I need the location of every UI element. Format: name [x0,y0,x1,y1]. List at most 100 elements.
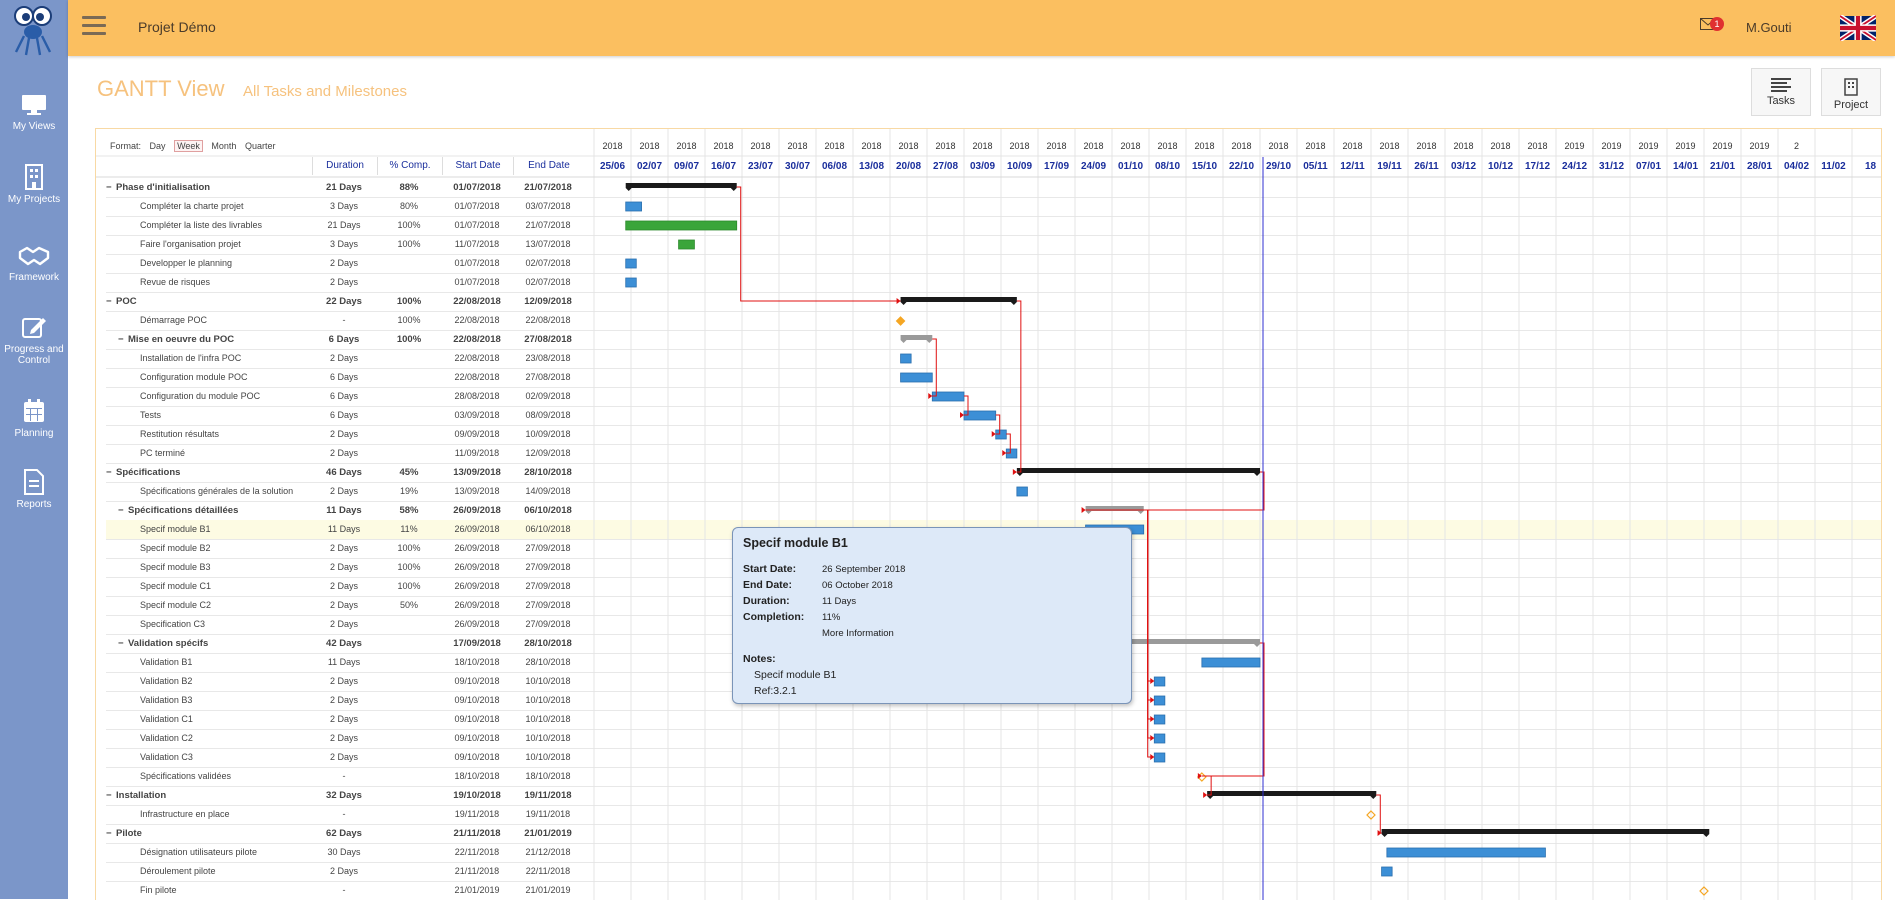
task-bar [1153,695,1166,706]
tooltip-end-value: 06 October 2018 [822,580,893,591]
tooltip-notes-line2: Ref:3.2.1 [754,685,797,697]
sidebar-item-planning[interactable]: Planning [0,398,68,439]
handshake-icon [18,246,50,266]
dependency-link [1016,300,1022,473]
logo [14,6,52,56]
building-icon [25,164,43,190]
page-subtitle: All Tasks and Milestones [243,83,407,100]
summary-bar [900,297,1017,302]
summary-bar-end [900,302,907,305]
summary-bar-end [900,340,907,343]
dependency-arrow [1150,716,1155,722]
sidebar-item-label: Progress and Control [4,344,64,366]
summary-bar-end [1254,644,1260,647]
page-title: GANTT View [97,76,225,101]
dependency-link [932,338,937,397]
dependency-arrow [1002,450,1007,456]
dependency-arrow [1377,830,1382,836]
tooltip-completion-value: 11% [822,612,841,623]
dependency-arrow [896,298,901,304]
sidebar-item-my-projects[interactable]: My Projects [0,164,68,205]
tooltip-title: Specif module B1 [743,536,848,550]
task-bar [1153,733,1166,744]
list-icon [1771,78,1791,92]
task-bar [1153,714,1166,725]
dependency-arrow [1150,754,1155,760]
tooltip-notes-label: Notes: [743,653,776,665]
summary-bar-end [1254,473,1260,476]
sidebar-item-progress-control[interactable]: Progress and Control [0,314,68,366]
sidebar: My Views My Projects Framework Progress … [0,0,68,899]
summary-bar-end [1137,511,1144,514]
task-tooltip: Specif module B1 Start Date: 26 Septembe… [732,527,1132,704]
milestone-marker [895,316,906,326]
tooltip-end-label: End Date: [743,579,793,591]
summary-bar-end [1207,796,1214,799]
building-icon [1844,78,1858,96]
tooltip-notes-line1: Specif module B1 [754,669,837,681]
task-bar [1016,486,1028,497]
sidebar-item-framework[interactable]: Framework [0,244,68,283]
uk-flag-icon[interactable] [1840,15,1876,41]
topbar: Projet Démo 1 M.Gouti [68,0,1895,56]
task-bar [625,220,738,231]
sidebar-item-label: Framework [8,272,59,283]
summary-bar [1207,791,1377,796]
dependency-arrow [1150,735,1155,741]
task-bar [678,239,695,250]
task-bar [1201,657,1261,668]
tasks-button[interactable]: Tasks [1751,68,1811,116]
task-bar [1386,847,1546,858]
project-button[interactable]: Project [1821,68,1881,116]
sidebar-item-my-views[interactable]: My Views [0,93,68,132]
task-bar [1153,752,1166,763]
task-bar [931,391,965,402]
sidebar-item-label: My Projects [7,194,61,205]
tooltip-start-value: 26 September 2018 [822,564,906,575]
task-bar [900,353,912,364]
dependency-link [1376,794,1382,834]
calendar-icon [24,399,44,422]
sidebar-item-reports[interactable]: Reports [0,469,68,510]
dependency-arrow [1203,792,1208,798]
tooltip-duration-value: 11 Days [822,596,857,607]
project-name[interactable]: Projet Démo [138,19,216,35]
tasks-label: Tasks [1766,95,1796,107]
summary-bar-end [1016,473,1023,476]
summary-bar-end [1085,511,1092,514]
sidebar-item-label: My Views [12,121,56,132]
dependency-arrow [1150,697,1155,703]
tooltip-start-label: Start Date: [743,563,797,575]
sidebar-item-label: Planning [14,428,54,439]
dependency-arrow [1012,469,1017,475]
task-bar [625,277,637,288]
dependency-arrow [1150,678,1155,684]
edit-icon [22,318,46,338]
project-label: Project [1833,99,1869,111]
tooltip-more-info-link[interactable]: More Information [822,628,894,639]
hamburger-menu-icon[interactable] [82,16,106,38]
tooltip-duration-label: Duration: [743,595,790,607]
notification-badge: 1 [1710,17,1724,31]
document-icon [24,469,44,495]
summary-bar [900,335,933,340]
task-bar [625,258,637,269]
dependency-arrow [991,431,996,437]
task-bar [1153,676,1166,687]
summary-bar-end [1010,302,1017,305]
summary-bar [1016,468,1260,473]
user-name[interactable]: M.Gouti [1746,20,1792,35]
sidebar-item-label: Reports [16,499,52,510]
gantt-chart [96,129,1881,900]
gantt-panel: Format: Day Week Month Quarter Duration … [95,128,1882,900]
dependency-link [736,186,901,302]
summary-bar-end [1381,834,1388,837]
summary-bar-end [730,188,737,191]
dependency-arrow [960,412,964,418]
summary-bar [625,183,737,188]
monitor-icon [22,95,46,115]
task-bar [963,410,997,421]
dependency-arrow [1081,507,1086,513]
task-bar [1381,866,1393,877]
tooltip-completion-label: Completion: [743,611,805,623]
